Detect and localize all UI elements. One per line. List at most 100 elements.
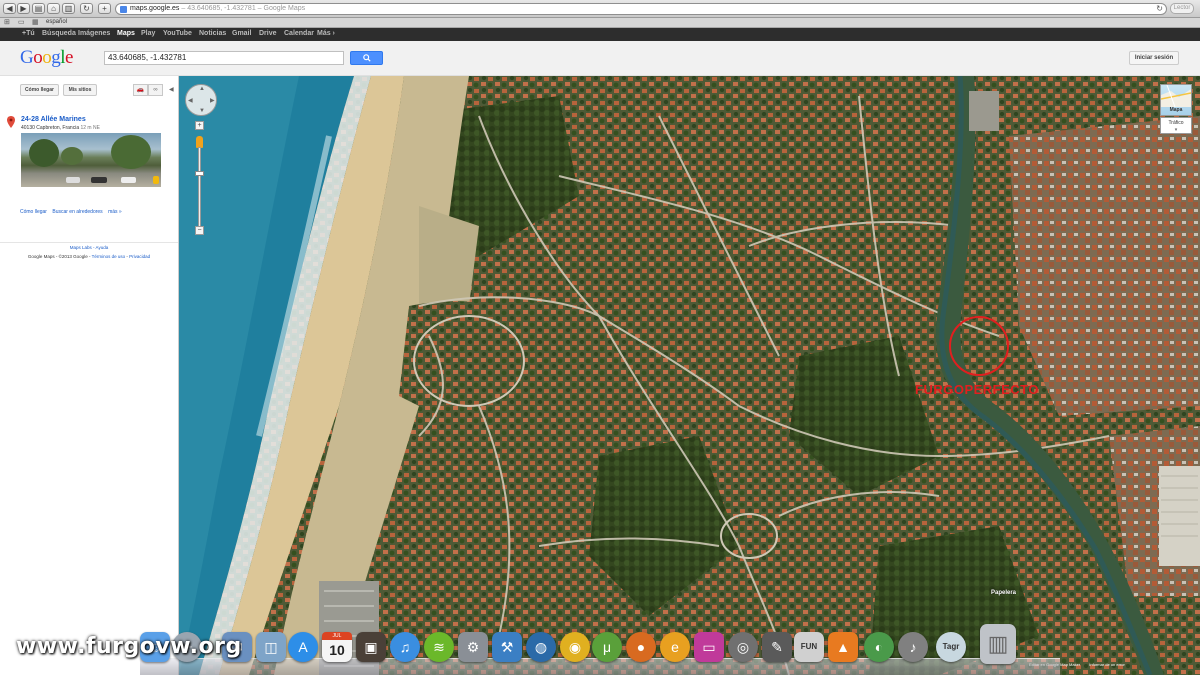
gbar-item[interactable]: Drive <box>259 30 277 37</box>
signin-button[interactable]: Iniciar sesión <box>1129 51 1179 65</box>
satellite-map[interactable]: ▲ ▼ ◀ ▶ + − Mapa Tráfico ▾ FURGOPERFECTO… <box>179 76 1200 675</box>
audio-icon[interactable]: ♪ <box>898 632 928 662</box>
google-logo[interactable]: Google <box>20 47 73 69</box>
itunes-icon[interactable]: ♫ <box>390 632 420 662</box>
firefox-icon[interactable]: ● <box>626 632 656 662</box>
share-button[interactable]: ↻ <box>80 3 93 14</box>
labs-help-links[interactable]: Maps Labs - Ayuda <box>0 245 178 250</box>
calendar-month: JUL <box>322 632 352 640</box>
street-view-thumbnail[interactable] <box>21 133 161 187</box>
collapse-panel-icon[interactable]: ◀ <box>169 86 174 93</box>
gbar-item[interactable]: YouTube <box>163 30 192 37</box>
system-preferences-icon[interactable]: ⚙ <box>458 632 488 662</box>
cyberduck-icon[interactable]: e <box>660 632 690 662</box>
map-type-label: Mapa <box>1169 107 1183 113</box>
chrome-icon[interactable]: ◉ <box>560 632 590 662</box>
bookmark-espanol[interactable]: español <box>46 19 67 25</box>
divider <box>0 242 178 243</box>
search-button[interactable] <box>350 51 383 65</box>
annotation-label: FURGOPERFECTO <box>915 382 1039 397</box>
photo-icon[interactable]: ▣ <box>356 632 386 662</box>
poi-label[interactable]: Papelera <box>991 590 1016 596</box>
place-distance: 12 m NE <box>80 125 100 131</box>
preview-icon[interactable]: ◫ <box>256 632 286 662</box>
vlc-icon[interactable]: ▲ <box>828 632 858 662</box>
pan-right-icon[interactable]: ▶ <box>210 97 215 104</box>
directions-link[interactable]: Cómo llegar <box>20 209 47 215</box>
gbar-item[interactable]: Calendar <box>284 30 314 37</box>
gbar-item[interactable]: Búsqueda <box>42 30 76 37</box>
copyright-line: Google Maps - ©2013 Google - Términos de… <box>27 254 151 259</box>
google-bar: +Tú Búsqueda Imágenes Maps Play YouTube Notici… <box>0 28 1200 41</box>
back-button[interactable]: ◀ <box>3 3 16 14</box>
gbar-item[interactable]: Noticias <box>199 30 226 37</box>
zoom-slider-track[interactable] <box>198 147 201 227</box>
gbar-item[interactable]: Gmail <box>232 30 251 37</box>
spotify-icon[interactable]: ≋ <box>424 632 454 662</box>
disk-utility-icon[interactable]: ◎ <box>728 632 758 662</box>
bookmarks-bar: ⊞ ▭ ▦ español <box>0 18 1200 28</box>
trash-icon[interactable]: ▥ <box>980 624 1016 664</box>
directions-button[interactable]: Cómo llegar <box>20 84 59 96</box>
reading-list-icon[interactable]: ▭ <box>18 19 25 27</box>
zoom-in-button[interactable]: + <box>195 121 204 130</box>
monitor-icon[interactable]: ▭ <box>694 632 724 662</box>
textmate-icon[interactable]: ✎ <box>762 632 792 662</box>
filezilla-icon[interactable]: FUN <box>794 632 824 662</box>
url-host: maps.google.es <box>130 5 180 12</box>
privacy-link[interactable]: Privacidad <box>129 254 150 259</box>
gbar-item[interactable]: Play <box>141 30 155 37</box>
terms-link[interactable]: Términos de uso <box>92 254 126 259</box>
pan-control[interactable]: ▲ ▼ ◀ ▶ <box>185 84 217 116</box>
url-title: – 43.640685, -1.432781 – Google Maps <box>179 5 306 12</box>
forward-button[interactable]: ▶ <box>17 3 30 14</box>
traffic-button[interactable]: Tráfico ▾ <box>1160 117 1192 134</box>
gbar-item[interactable]: Maps <box>117 30 135 37</box>
reader-button[interactable]: Lector <box>1170 3 1194 14</box>
gbar-item[interactable]: +Tú <box>22 30 35 37</box>
logo-letter: e <box>65 47 73 68</box>
car-icon[interactable]: 🚗 <box>133 84 148 96</box>
app-store-icon[interactable]: A <box>288 632 318 662</box>
satellite-imagery <box>179 76 1200 675</box>
place-links: Cómo llegar Buscar en alrededores más » <box>20 209 126 215</box>
gbar-item[interactable]: Imágenes <box>78 30 110 37</box>
my-places-button[interactable]: Mis sitios <box>63 84 97 96</box>
dock: ☺ ✈ ✉ ◫ A JUL 10 ▣ ♫ ≋ ⚙ ⚒ ◍ ◉ μ ● e ▭ ◎ ✎ FUN ▲ ◐ ♪ Tagr ▥ <box>140 624 1060 675</box>
tagr-icon[interactable]: Tagr <box>936 632 966 662</box>
traffic-label: Tráfico <box>1168 120 1184 126</box>
address-bar[interactable]: maps.google.es – 43.640685, -1.432781 – … <box>115 3 1167 15</box>
grid-icon[interactable]: ▦ <box>32 19 39 27</box>
search-input[interactable]: 43.640685, -1.432781 <box>104 51 344 65</box>
zoom-out-button[interactable]: − <box>195 226 204 235</box>
place-title[interactable]: 24-28 Allée Marines <box>21 116 86 123</box>
pan-up-icon[interactable]: ▲ <box>199 86 205 92</box>
pan-down-icon[interactable]: ▼ <box>199 108 205 114</box>
growl-icon[interactable]: ◐ <box>864 632 894 662</box>
bookmarks-button[interactable]: ▥ <box>62 3 75 14</box>
screen: ◀ ▶ ▤ ⌂ ▥ ↻ + maps.google.es – 43.640685… <box>0 0 1200 675</box>
gbar-item[interactable]: Más › <box>317 30 335 37</box>
more-link[interactable]: más » <box>108 209 122 215</box>
search-nearby-link[interactable]: Buscar en alrededores <box>52 209 102 215</box>
calendar-day: 10 <box>329 642 345 658</box>
xcode-icon[interactable]: ⚒ <box>492 632 522 662</box>
home-icon[interactable]: ⌂ <box>47 3 60 14</box>
link-icon[interactable]: ∞ <box>148 84 163 96</box>
watermark: www.furgovw.org <box>16 634 242 659</box>
place-address: 40130 Capbreton, Francia 12 m NE <box>21 125 100 131</box>
zoom-slider-handle[interactable] <box>195 171 204 176</box>
left-panel: Cómo llegar Mis sitios 🚗 ∞ ◀ 24-28 Allée… <box>0 76 179 675</box>
reload-icon[interactable]: ↻ <box>1156 4 1163 14</box>
top-sites-icon[interactable]: ⊞ <box>4 19 10 27</box>
reading-list-button[interactable]: ▤ <box>32 3 45 14</box>
google-earth-icon[interactable]: ◍ <box>526 632 556 662</box>
utorrent-icon[interactable]: μ <box>592 632 622 662</box>
browser-toolbar: ◀ ▶ ▤ ⌂ ▥ ↻ + maps.google.es – 43.640685… <box>0 0 1200 18</box>
map-thumbnail-icon <box>1161 85 1191 107</box>
pan-left-icon[interactable]: ◀ <box>188 97 193 104</box>
calendar-icon[interactable]: JUL 10 <box>322 632 352 662</box>
map-type-button[interactable]: Mapa <box>1160 84 1192 116</box>
new-tab-button[interactable]: + <box>98 3 111 14</box>
report-error-link[interactable]: Informar de un error <box>1089 662 1125 667</box>
